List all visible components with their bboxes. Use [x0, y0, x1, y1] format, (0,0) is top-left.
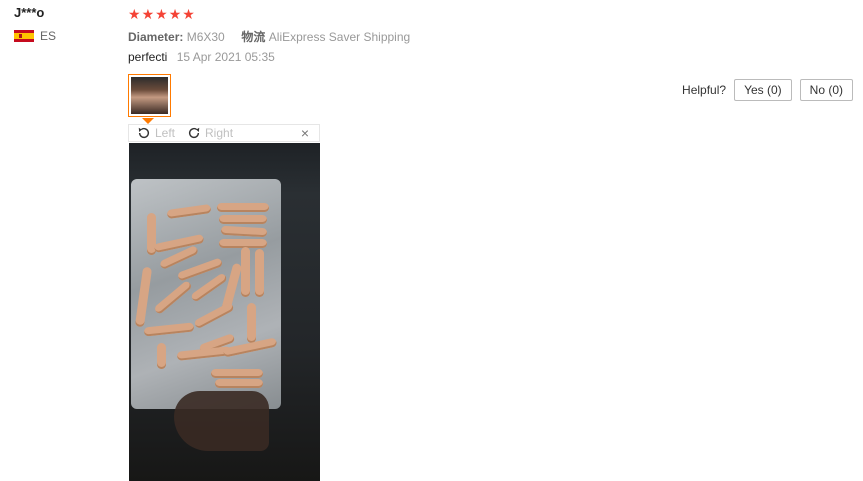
- photo-viewer-toolbar: Left Right ×: [128, 124, 320, 142]
- rotate-left-icon: [138, 127, 150, 139]
- rating-stars: ★ ★ ★ ★ ★: [128, 6, 195, 22]
- feedback-line: perfecti 15 Apr 2021 05:35: [128, 50, 275, 64]
- helpful-label: Helpful?: [682, 83, 727, 97]
- rotate-left-label: Left: [155, 126, 176, 140]
- star-icon: ★: [155, 6, 168, 22]
- star-icon: ★: [128, 6, 141, 22]
- reviewer-name: J***o: [14, 5, 45, 20]
- review-photo-large: [129, 143, 320, 481]
- helpful-no-button[interactable]: No (0): [799, 79, 853, 101]
- rotate-right-label: Right: [205, 126, 234, 140]
- helpful-section: Helpful? Yes (0) No (0): [682, 79, 853, 101]
- attribute-key-diameter: Diameter:: [128, 30, 184, 44]
- star-icon: ★: [141, 6, 155, 22]
- close-icon[interactable]: ×: [301, 125, 309, 141]
- rotate-right-icon: [188, 127, 200, 139]
- product-attributes: Diameter: M6X30 物流 AliExpress Saver Ship…: [128, 28, 410, 45]
- spain-flag-icon: [14, 30, 34, 42]
- reviewer-country: ES: [14, 29, 56, 43]
- feedback-date: 15 Apr 2021 05:35: [176, 50, 275, 64]
- rotate-left-button[interactable]: Left: [137, 126, 175, 140]
- star-icon: ★: [168, 6, 182, 22]
- thumbnail-image: [131, 77, 168, 114]
- star-icon: ★: [182, 6, 195, 22]
- feedback-text: perfecti: [128, 50, 168, 64]
- attribute-key-logistics: 物流: [241, 30, 266, 44]
- country-code: ES: [40, 29, 57, 43]
- attribute-value-logistics: AliExpress Saver Shipping: [268, 30, 411, 44]
- rotate-right-button[interactable]: Right: [187, 126, 233, 140]
- attribute-value-diameter: M6X30: [186, 30, 225, 44]
- photo-debris: [174, 391, 269, 451]
- review-photo-thumbnail[interactable]: [128, 74, 171, 117]
- helpful-yes-button[interactable]: Yes (0): [734, 79, 792, 101]
